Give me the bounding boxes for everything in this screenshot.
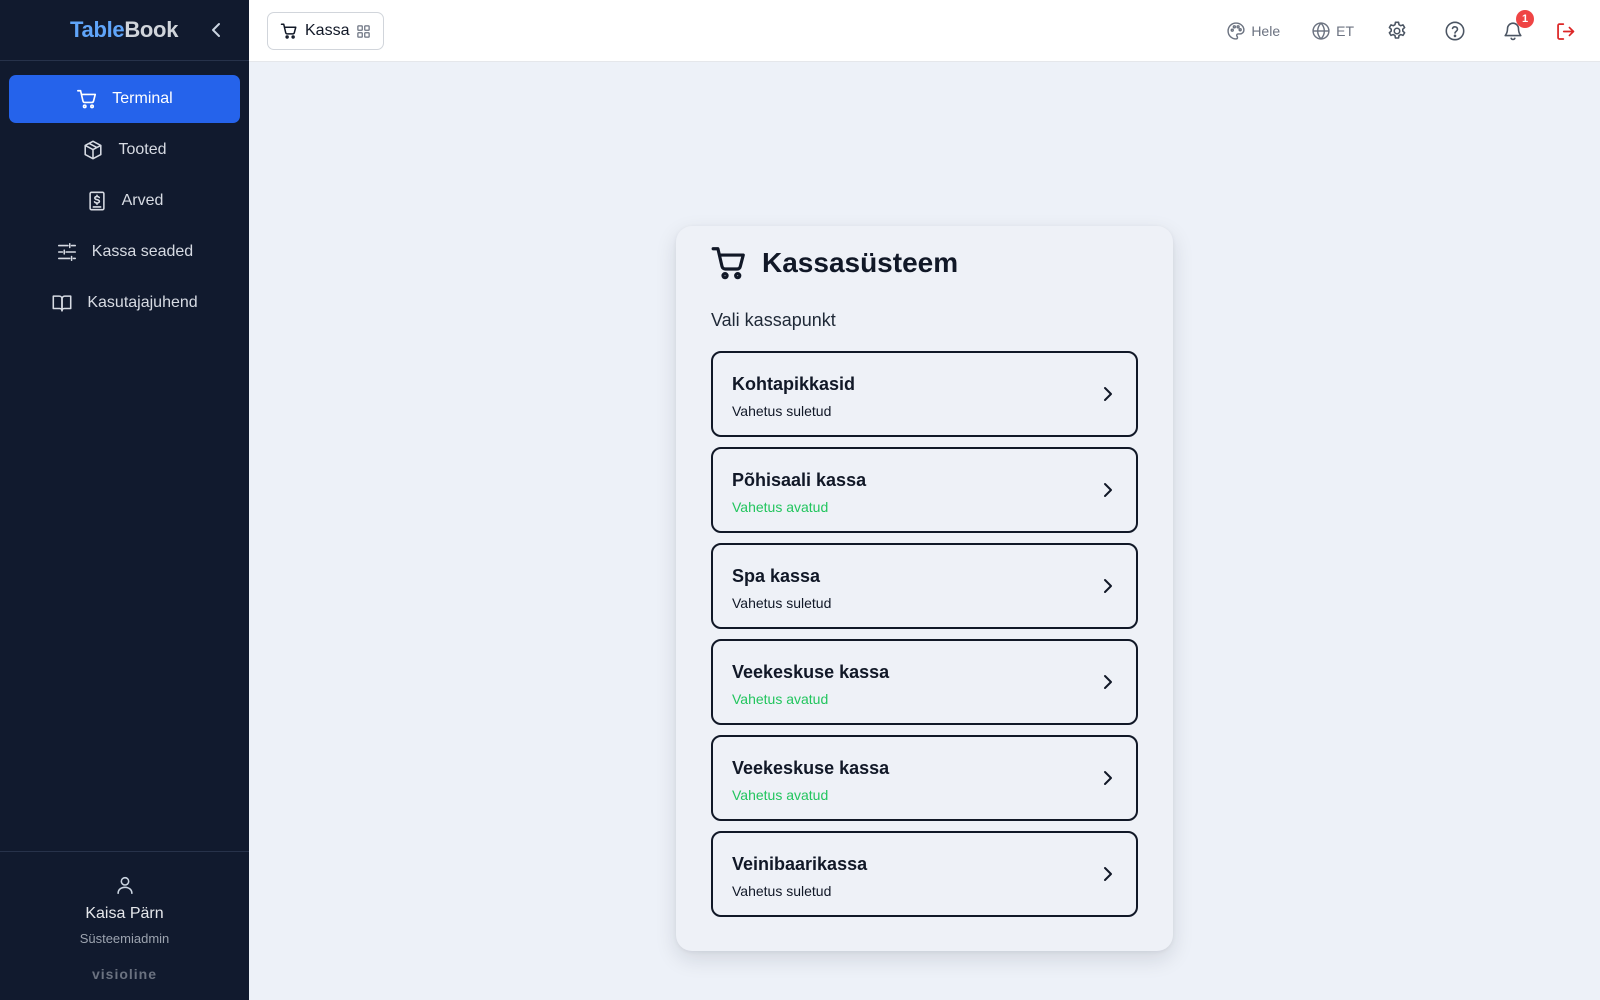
module-switcher-button[interactable]: Kassa [267, 12, 385, 50]
notification-badge: 1 [1516, 10, 1534, 28]
top-bar: Kassa Hele ET 1 [249, 0, 1600, 62]
user-panel: Kaisa Pärn Süsteemiadmin visioline [0, 851, 249, 1000]
sidebar-item-tooted[interactable]: Tooted [9, 126, 240, 174]
theme-toggle[interactable]: Hele [1226, 21, 1280, 41]
sidebar-item-label: Tooted [118, 141, 167, 158]
sidebar: TableBook Terminal Tooted Arved Kassa se… [0, 0, 249, 1000]
sidebar-item-kasutajajuhend[interactable]: Kasutajajuhend [9, 279, 240, 327]
pos-status: Vahetus avatud [732, 787, 829, 803]
book-icon [52, 295, 72, 312]
settings-button[interactable] [1386, 20, 1408, 42]
chevron-right-icon [1104, 867, 1112, 881]
pos-status: Vahetus avatud [732, 691, 829, 707]
pos-name: Veinibaarikassa [732, 854, 868, 874]
sidebar-item-label: Kasutajajuhend [87, 294, 198, 311]
language-label: ET [1336, 23, 1354, 39]
pos-item[interactable]: Veinibaarikassa Vahetus suletud [711, 831, 1138, 917]
pos-item[interactable]: Veekeskuse kassa Vahetus avatud [711, 639, 1138, 725]
pos-list: Kohtapikkasid Vahetus suletud Põhisaali … [711, 351, 1138, 927]
pos-item[interactable]: Põhisaali kassa Vahetus avatud [711, 447, 1138, 533]
pos-status: Vahetus suletud [732, 403, 832, 419]
pos-item[interactable]: Spa kassa Vahetus suletud [711, 543, 1138, 629]
vendor-logo: visioline [91, 966, 158, 982]
user-name: Kaisa Pärn [85, 905, 164, 922]
page-title: Kassasüsteem [762, 247, 959, 278]
brand-bar: TableBook [0, 0, 249, 61]
notifications-button[interactable]: 1 [1502, 10, 1534, 42]
sliders-icon [57, 242, 76, 262]
collapse-sidebar-button[interactable] [206, 19, 226, 41]
pos-status: Vahetus suletud [732, 883, 832, 899]
brand-logo-part2: Book [124, 17, 179, 42]
chevron-right-icon [1104, 387, 1112, 401]
pos-status: Vahetus suletud [732, 595, 832, 611]
sidebar-item-label: Arved [121, 192, 164, 209]
gear-icon [1388, 21, 1406, 39]
module-label: Kassa [305, 22, 350, 39]
sidebar-item-arved[interactable]: Arved [9, 177, 240, 225]
page-subtitle: Vali kassapunkt [711, 310, 836, 330]
chevron-right-icon [1104, 579, 1112, 593]
palette-icon [1227, 22, 1245, 40]
cart-icon [711, 247, 745, 280]
sidebar-item-terminal[interactable]: Terminal [9, 75, 240, 123]
top-actions: Hele ET 1 [1226, 0, 1600, 62]
receipt-icon [88, 191, 105, 211]
chevron-right-icon [1104, 771, 1112, 785]
sidebar-item-kassa-seaded[interactable]: Kassa seaded [9, 228, 240, 276]
pos-name: Veekeskuse kassa [732, 662, 890, 682]
pos-name: Spa kassa [732, 566, 821, 586]
grid-icon [357, 24, 371, 38]
logout-icon [1557, 22, 1575, 40]
pos-status: Vahetus avatud [732, 499, 829, 515]
sidebar-nav: Terminal Tooted Arved Kassa seaded Kasut… [0, 61, 249, 327]
brand-logo-part1: Table [70, 17, 125, 42]
sidebar-item-label: Terminal [112, 90, 173, 107]
theme-label: Hele [1251, 23, 1281, 39]
user-icon [114, 874, 136, 901]
cart-icon [77, 89, 97, 109]
brand-logo[interactable]: TableBook [70, 17, 178, 43]
chevron-right-icon [1104, 483, 1112, 497]
help-circle-icon [1445, 21, 1465, 41]
user-role: Süsteemiadmin [79, 931, 170, 946]
pos-item[interactable]: Veekeskuse kassa Vahetus avatud [711, 735, 1138, 821]
chevron-left-icon [212, 23, 220, 37]
help-button[interactable] [1444, 20, 1466, 42]
globe-icon [1312, 22, 1330, 40]
sidebar-item-label: Kassa seaded [91, 243, 194, 260]
pos-name: Veekeskuse kassa [732, 758, 890, 778]
pos-name: Põhisaali kassa [732, 470, 867, 490]
pos-selection-card: Kassasüsteem Vali kassapunkt Kohtapikkas… [676, 226, 1173, 951]
language-switcher[interactable]: ET [1311, 21, 1354, 41]
pos-item[interactable]: Kohtapikkasid Vahetus suletud [711, 351, 1138, 437]
cart-icon [280, 23, 297, 39]
chevron-right-icon [1104, 675, 1112, 689]
card-header: Kassasüsteem [710, 244, 958, 282]
logout-button[interactable] [1555, 21, 1576, 42]
box-icon [84, 140, 103, 160]
pos-name: Kohtapikkasid [732, 374, 856, 394]
